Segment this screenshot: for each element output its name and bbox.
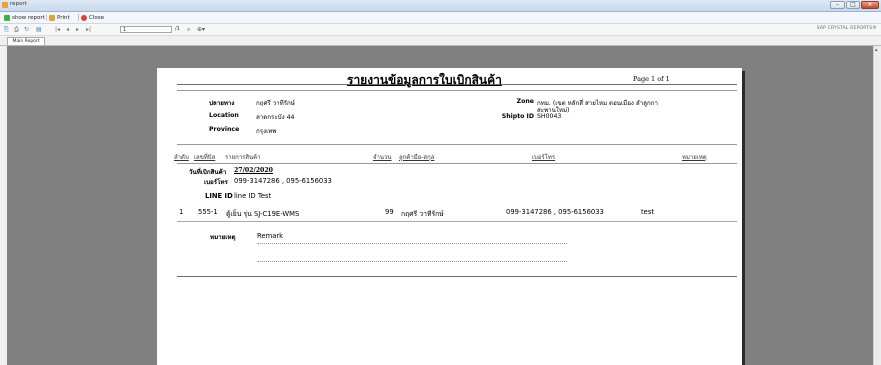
remark-dotted-line [257,243,567,244]
row-customer: กฤศรี วาทีรักษ์ [401,210,444,218]
report-page: รายงานข้อมูลการใบเบิกสินค้า Page 1 of 1 … [157,68,742,365]
show-report-icon [4,14,10,21]
row-qty: 99 [385,208,394,216]
shipto-value: SH0043 [537,113,562,120]
close-label: Close [89,14,104,21]
toolbar-separator [46,14,47,21]
page-total: /1 [175,26,180,32]
row-product: ตู้เย็น รุ่น SJ-C19E-WMS [226,210,300,218]
page-number-input[interactable]: 1 [120,26,172,33]
close-button[interactable]: Close [81,13,104,22]
group-phone-value: 099-3147286 , 095-6156033 [234,177,332,185]
issue-date-value: 27/02/2020 [234,167,273,174]
next-page-icon[interactable]: ▸ [76,25,79,34]
show-report-label: show report [12,14,45,21]
report-viewer-area[interactable]: รายงานข้อมูลการใบเบิกสินค้า Page 1 of 1 … [7,46,873,365]
remark-value: Remark [257,232,284,240]
row-phone: 099-3147286 , 095-6156033 [506,208,604,216]
title-underline-rule [177,90,737,91]
report-title: รายงานข้อมูลการใบเบิกสินค้า [347,73,502,87]
previous-page-icon[interactable]: ◂ [66,25,69,34]
destination-value: กฤศรี วาทีรักษ์ [256,100,295,107]
print-icon [49,14,55,21]
page-info: Page 1 of 1 [633,75,670,83]
column-header-product: รายการสินค้า [225,154,261,161]
close-window-button[interactable]: ✕ [861,1,879,9]
column-header-seq: ลำดับ [174,154,189,161]
footer-rule [177,276,737,277]
destination-label: ปลายทาง [209,100,235,107]
show-report-button[interactable]: show report [4,13,45,22]
row-note: test [641,208,655,216]
viewer-toolbar: ⎘ ⎙ ↻ ▤ |◂ ◂ ▸ ▸| 1 /1 ⌕ ⊕▾ SAP CRYSTAL … [0,24,881,36]
header-top-rule [177,144,737,145]
refresh-icon[interactable]: ↻ [24,25,29,34]
maximize-button[interactable]: □ [846,1,860,9]
toolbar-separator [78,14,79,21]
group-phone-label: เบอร์โทร [204,179,228,186]
vertical-scrollbar[interactable]: ▴ [873,46,881,365]
tab-main-report[interactable]: Main Report [7,37,45,45]
province-label: Province [209,126,240,133]
column-header-customer: ลูกค้ามือ-สกุล [399,154,435,161]
zoom-icon[interactable]: ⊕▾ [197,25,205,34]
app-toolbar: show report Print Close [0,12,881,24]
window-titlebar: report – □ ✕ [0,0,881,12]
province-value: กรุงเทพ [256,128,277,135]
group-tree-toggle-icon[interactable]: ▤ [36,25,42,34]
crystal-reports-brand: SAP CRYSTAL REPORTS® [816,26,877,31]
column-header-qty: จำนวน [373,154,392,161]
header-bottom-rule [177,163,737,164]
print-button[interactable]: Print [49,13,70,22]
location-label: Location [209,112,239,119]
close-icon [81,14,87,21]
column-header-note: หมายเหตุ [682,154,707,161]
column-header-bill-no: เลขที่บิล [194,154,216,161]
remark-label: หมายเหตุ [210,234,236,241]
row-seq: 1 [179,208,184,216]
app-icon [2,2,8,8]
print-report-icon[interactable]: ⎙ [14,25,19,34]
line-id-value: line ID Test [234,192,272,200]
shipto-label: Shipto ID [501,113,534,120]
export-icon[interactable]: ⎘ [4,25,9,34]
window-title: report [10,1,27,7]
remark-dotted-line [257,261,567,262]
line-id-label: LINE ID [205,192,233,200]
issue-date-label: วันที่เบิกสินค้า [189,169,227,176]
zone-label: Zone [516,98,534,105]
report-tab-bar: Main Report [0,36,881,46]
first-page-icon[interactable]: |◂ [55,25,60,34]
column-header-phone: เบอร์โทร [532,154,556,161]
scroll-up-icon[interactable]: ▴ [875,47,878,53]
minimize-button[interactable]: – [830,1,845,9]
last-page-icon[interactable]: ▸| [86,25,91,34]
location-value: ลาดกระบัง 44 [256,114,295,121]
row-bill-no: 555-1 [198,208,218,216]
print-label: Print [57,14,70,21]
find-text-icon[interactable]: ⌕ [187,25,190,34]
row-bottom-rule [177,221,737,222]
